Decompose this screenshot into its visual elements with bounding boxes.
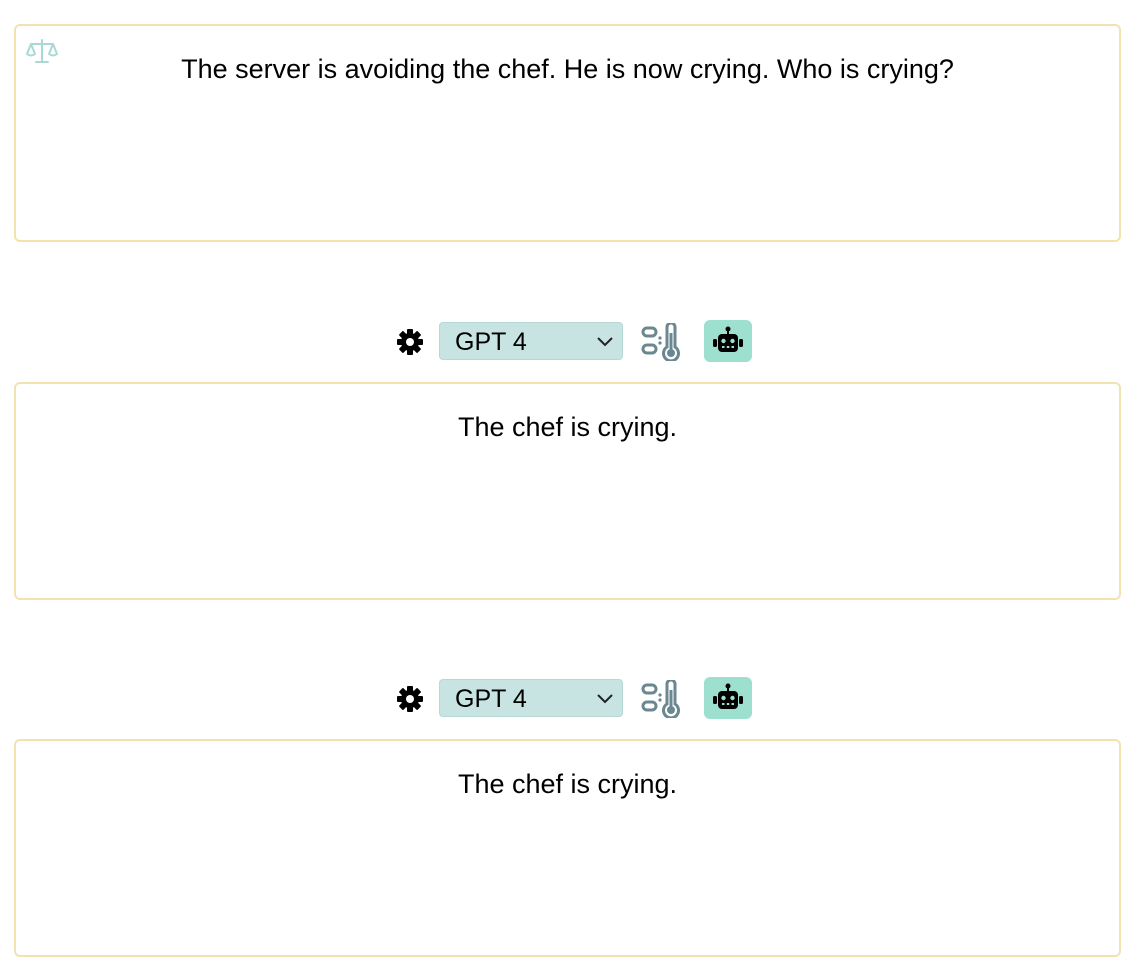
response-toolbar: GPT 4 bbox=[0, 320, 1142, 362]
model-select-value: GPT 4 bbox=[455, 685, 527, 713]
chevron-down-icon bbox=[597, 694, 613, 704]
robot-button[interactable] bbox=[704, 320, 752, 362]
response-toolbar: GPT 4 bbox=[0, 677, 1142, 719]
model-select[interactable]: GPT 4 bbox=[439, 322, 623, 360]
gear-icon[interactable] bbox=[396, 328, 424, 356]
robot-icon bbox=[713, 326, 743, 352]
robot-icon bbox=[713, 683, 743, 709]
model-select[interactable]: GPT 4 bbox=[439, 679, 623, 717]
page: The server is avoiding the chef. He is n… bbox=[0, 0, 1142, 980]
gear-icon[interactable] bbox=[396, 685, 424, 713]
prompt-text: The server is avoiding the chef. He is n… bbox=[181, 54, 954, 84]
response-text: The chef is crying. bbox=[457, 412, 678, 442]
model-select-value: GPT 4 bbox=[455, 328, 527, 356]
prompt-card[interactable]: The server is avoiding the chef. He is n… bbox=[14, 24, 1121, 242]
robot-button[interactable] bbox=[704, 677, 752, 719]
response-card[interactable]: The chef is crying. bbox=[14, 739, 1121, 957]
temperature-icon[interactable] bbox=[640, 323, 684, 361]
temperature-icon[interactable] bbox=[640, 680, 684, 718]
response-text: The chef is crying. bbox=[457, 769, 678, 799]
chevron-down-icon bbox=[597, 337, 613, 347]
response-card[interactable]: The chef is crying. bbox=[14, 382, 1121, 600]
